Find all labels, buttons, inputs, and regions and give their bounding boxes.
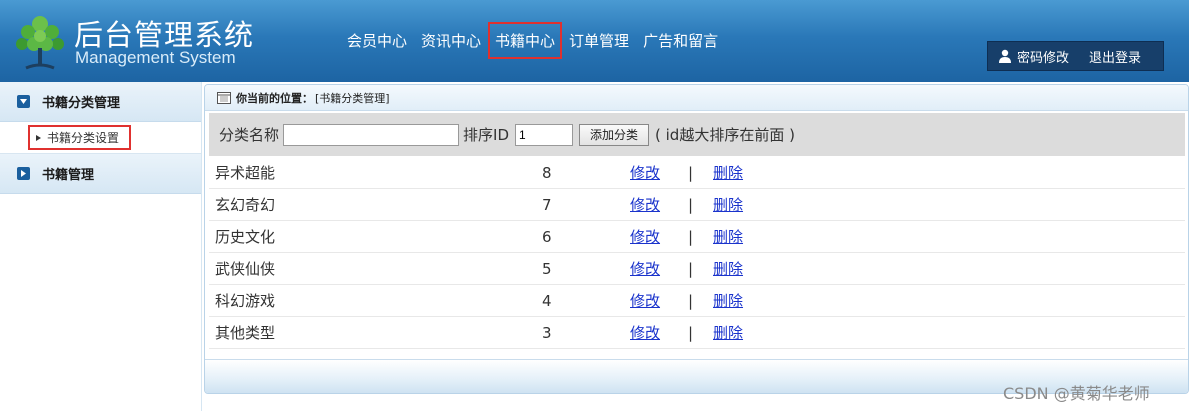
breadcrumb: 你当前的位置： [书籍分类管理] [205, 85, 1188, 111]
category-name: 历史文化 [215, 228, 276, 246]
edit-link[interactable]: 修改 [630, 194, 688, 215]
category-name-input[interactable] [283, 123, 460, 146]
tree-logo-icon [16, 16, 64, 70]
sort-hint: ( id越大排序在前面 ) [655, 126, 795, 144]
app-subtitle: Management System [75, 48, 236, 67]
separator: | [688, 195, 694, 214]
edit-link[interactable]: 修改 [630, 322, 688, 343]
separator: | [688, 227, 694, 246]
separator: | [688, 291, 694, 310]
table-row: 其他类型 3 修改 | 删除 [209, 317, 1185, 349]
category-name: 武侠仙侠 [215, 260, 276, 278]
edit-link[interactable]: 修改 [630, 258, 688, 279]
expand-down-icon [17, 95, 30, 108]
separator: | [688, 163, 694, 182]
category-name-label: 分类名称 [219, 126, 280, 144]
sidebar-group-label: 书籍分类管理 [42, 96, 121, 111]
table-row: 玄幻奇幻 7 修改 | 删除 [209, 189, 1185, 221]
add-category-button[interactable]: 添加分类 [579, 123, 650, 146]
sidebar-group-book-management[interactable]: 书籍管理 [0, 154, 201, 194]
category-sort-id: 4 [542, 291, 552, 310]
window-icon [217, 91, 231, 104]
edit-link[interactable]: 修改 [630, 226, 688, 247]
location-label: 你当前的位置： [236, 91, 313, 105]
table-row: 历史文化 6 修改 | 删除 [209, 221, 1185, 253]
delete-link[interactable]: 删除 [713, 162, 773, 183]
category-name: 科幻游戏 [215, 292, 276, 310]
sidebar-item-book-category-settings[interactable]: 书籍分类设置 [28, 125, 132, 150]
category-sort-id: 7 [542, 195, 552, 214]
change-password-link[interactable]: 密码修改 [1017, 47, 1069, 66]
edit-link[interactable]: 修改 [630, 290, 688, 311]
bullet-arrow-icon [36, 134, 41, 141]
expand-right-icon [17, 167, 30, 180]
category-name: 玄幻奇幻 [215, 196, 276, 214]
separator: | [688, 323, 694, 342]
main-panel: 你当前的位置： [书籍分类管理] 分类名称 排序ID 添加分类 ( id越大排序… [204, 84, 1189, 394]
table-row: 异术超能 8 修改 | 删除 [209, 157, 1185, 189]
user-icon [999, 49, 1011, 63]
top-nav: 会员中心 资讯中心 书籍中心 订单管理 广告和留言 [340, 22, 725, 59]
nav-news-center[interactable]: 资讯中心 [414, 22, 488, 59]
sidebar-item-label: 书籍分类设置 [47, 131, 120, 145]
category-name: 其他类型 [215, 324, 276, 342]
sidebar-subitem-row: 书籍分类设置 [0, 122, 201, 154]
sidebar: 书籍分类管理 书籍分类设置 书籍管理 [0, 82, 202, 411]
nav-order-management[interactable]: 订单管理 [562, 22, 636, 59]
edit-link[interactable]: 修改 [630, 162, 688, 183]
category-sort-id: 5 [542, 259, 552, 278]
logout-link[interactable]: 退出登录 [1089, 47, 1141, 66]
sort-id-label: 排序ID [463, 126, 509, 144]
category-table: 异术超能 8 修改 | 删除 玄幻奇幻 7 修改 | 删除 历史文化 6 修改 … [209, 157, 1185, 349]
location-value: [书籍分类管理] [315, 91, 390, 105]
sidebar-group-book-category[interactable]: 书籍分类管理 [0, 82, 201, 122]
sort-id-input[interactable] [515, 123, 573, 146]
separator: | [688, 259, 694, 278]
category-name: 异术超能 [215, 164, 276, 182]
category-sort-id: 3 [542, 323, 552, 342]
delete-link[interactable]: 删除 [713, 290, 773, 311]
category-sort-id: 6 [542, 227, 552, 246]
table-row: 武侠仙侠 5 修改 | 删除 [209, 253, 1185, 285]
watermark: CSDN @黄菊华老师 [1003, 384, 1150, 403]
delete-link[interactable]: 删除 [713, 194, 773, 215]
nav-book-center[interactable]: 书籍中心 [488, 22, 563, 59]
nav-ads-and-messages[interactable]: 广告和留言 [636, 22, 725, 59]
header: 后台管理系统 Management System 会员中心 资讯中心 书籍中心 … [0, 0, 1189, 82]
add-category-form: 分类名称 排序ID 添加分类 ( id越大排序在前面 ) [209, 113, 1185, 156]
nav-member-center[interactable]: 会员中心 [340, 22, 414, 59]
category-sort-id: 8 [542, 163, 552, 182]
delete-link[interactable]: 删除 [713, 258, 773, 279]
user-toolbar: 密码修改 退出登录 [987, 41, 1164, 71]
sidebar-group-label: 书籍管理 [42, 168, 95, 183]
table-row: 科幻游戏 4 修改 | 删除 [209, 285, 1185, 317]
delete-link[interactable]: 删除 [713, 322, 773, 343]
delete-link[interactable]: 删除 [713, 226, 773, 247]
